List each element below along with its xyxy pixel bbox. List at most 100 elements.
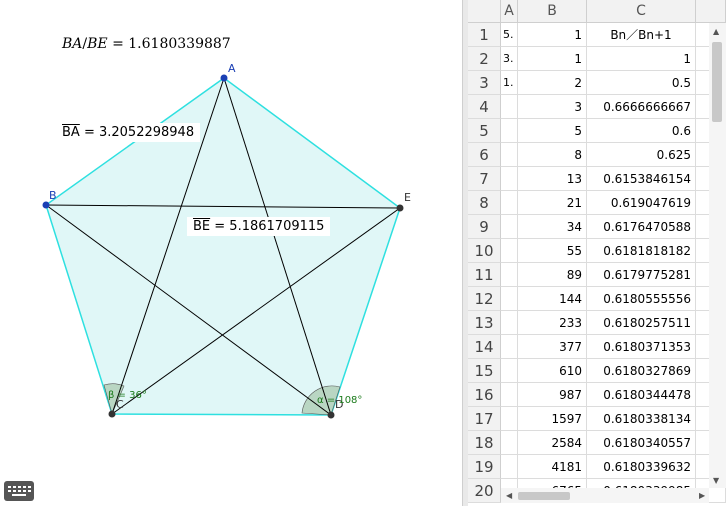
cell-c[interactable]: 0.6176470588 (587, 215, 696, 239)
row-header[interactable]: 10 (468, 239, 501, 263)
row-header[interactable]: 9 (468, 215, 501, 239)
row-header[interactable]: 3 (468, 71, 501, 95)
cell-b[interactable]: 89 (518, 263, 587, 287)
column-header-c[interactable]: C (587, 0, 696, 23)
ratio-label[interactable]: BA/BE = 1.6180339887 (62, 36, 231, 52)
cell-a[interactable] (501, 407, 518, 431)
cell-a[interactable] (501, 263, 518, 287)
cell-b[interactable]: 1597 (518, 407, 587, 431)
cell-b[interactable]: 377 (518, 335, 587, 359)
cell-b[interactable]: 2584 (518, 431, 587, 455)
scroll-right-icon[interactable]: ▶ (699, 491, 705, 500)
row-header[interactable]: 1 (468, 23, 501, 47)
row-header[interactable]: 8 (468, 191, 501, 215)
cell-a[interactable] (501, 119, 518, 143)
cell-b[interactable]: 233 (518, 311, 587, 335)
scroll-down-icon[interactable]: ▼ (713, 476, 719, 485)
row-header[interactable]: 20 (468, 479, 501, 503)
cell-c[interactable]: 0.625 (587, 143, 696, 167)
cell-a[interactable] (501, 215, 518, 239)
scroll-up-icon[interactable]: ▲ (713, 27, 719, 36)
cell-b[interactable]: 5 (518, 119, 587, 143)
graphics-view[interactable]: BA/BE = 1.6180339887 BA = 3.2052298948 B… (0, 0, 462, 506)
row-header[interactable]: 14 (468, 335, 501, 359)
row-header[interactable]: 17 (468, 407, 501, 431)
cell-b[interactable]: 3 (518, 95, 587, 119)
cell-c[interactable]: 0.5 (587, 71, 696, 95)
cell-a[interactable] (501, 239, 518, 263)
cell-c[interactable]: 0.6180327869 (587, 359, 696, 383)
cell-c[interactable]: 0.6181818182 (587, 239, 696, 263)
cell-b[interactable]: 610 (518, 359, 587, 383)
cell-a[interactable] (501, 311, 518, 335)
point-e[interactable] (396, 204, 404, 212)
cell-b[interactable]: 4181 (518, 455, 587, 479)
cell-a[interactable]: 1. (501, 71, 518, 95)
row-header[interactable]: 11 (468, 263, 501, 287)
horizontal-scroll-thumb[interactable] (518, 492, 570, 500)
row-header[interactable]: 6 (468, 143, 501, 167)
cell-a[interactable] (501, 95, 518, 119)
row-header[interactable]: 12 (468, 287, 501, 311)
cell-b[interactable]: 144 (518, 287, 587, 311)
cell-a[interactable] (501, 143, 518, 167)
row-header[interactable]: 19 (468, 455, 501, 479)
cell-a[interactable] (501, 335, 518, 359)
cell-a[interactable] (501, 167, 518, 191)
cell-c[interactable]: 0.619047619 (587, 191, 696, 215)
point-c[interactable] (108, 410, 116, 418)
row-header[interactable]: 2 (468, 47, 501, 71)
cell-a[interactable] (501, 383, 518, 407)
cell-b[interactable]: 55 (518, 239, 587, 263)
cell-b[interactable]: 13 (518, 167, 587, 191)
cell-b[interactable]: 8 (518, 143, 587, 167)
cell-a[interactable] (501, 191, 518, 215)
geometry-canvas[interactable] (0, 0, 462, 506)
cell-c[interactable]: 1 (587, 47, 696, 71)
cell-a[interactable] (501, 287, 518, 311)
row-header[interactable]: 4 (468, 95, 501, 119)
cell-a[interactable] (501, 455, 518, 479)
scroll-left-icon[interactable]: ◀ (506, 491, 512, 500)
row-header[interactable]: 13 (468, 311, 501, 335)
cell-c[interactable]: 0.6180344478 (587, 383, 696, 407)
cell-a[interactable] (501, 431, 518, 455)
keyboard-icon[interactable] (4, 481, 34, 501)
cell-c[interactable]: 0.6180371353 (587, 335, 696, 359)
vertical-scroll-thumb[interactable] (712, 42, 722, 122)
spreadsheet-view[interactable]: A B C 1 5. 1 Bn／Bn+1 2 3. 1 1 3 1. 2 0.5 4 3 0.6666666… (468, 0, 726, 506)
cell-c[interactable]: 0.6180340557 (587, 431, 696, 455)
ba-length-label[interactable]: BA = 3.2052298948 (56, 123, 201, 142)
cell-c[interactable]: Bn／Bn+1 (587, 23, 696, 47)
column-header-b[interactable]: B (518, 0, 587, 23)
cell-b[interactable]: 21 (518, 191, 587, 215)
cell-c[interactable]: 0.6180555556 (587, 287, 696, 311)
cell-c[interactable]: 0.6180339632 (587, 455, 696, 479)
row-header[interactable]: 5 (468, 119, 501, 143)
column-header-a[interactable]: A (501, 0, 518, 23)
point-d[interactable] (327, 411, 335, 419)
column-header-d[interactable] (696, 0, 726, 23)
row-header[interactable]: 15 (468, 359, 501, 383)
point-a[interactable] (220, 74, 228, 82)
cell-b[interactable]: 1 (518, 23, 587, 47)
cell-c[interactable]: 0.6180257511 (587, 311, 696, 335)
cell-c[interactable]: 0.6 (587, 119, 696, 143)
row-header[interactable]: 18 (468, 431, 501, 455)
cell-b[interactable]: 1 (518, 47, 587, 71)
cell-a[interactable]: 3. (501, 47, 518, 71)
cell-c[interactable]: 0.6179775281 (587, 263, 696, 287)
be-length-label[interactable]: BE = 5.1861709115 (187, 217, 331, 236)
point-b[interactable] (42, 201, 50, 209)
cell-c[interactable]: 0.6153846154 (587, 167, 696, 191)
cell-c[interactable]: 0.6180338134 (587, 407, 696, 431)
cell-a[interactable] (501, 359, 518, 383)
row-header[interactable]: 7 (468, 167, 501, 191)
cell-b[interactable]: 2 (518, 71, 587, 95)
cell-b[interactable]: 34 (518, 215, 587, 239)
corner-cell[interactable] (468, 0, 501, 23)
row-header[interactable]: 16 (468, 383, 501, 407)
cell-a[interactable]: 5. (501, 23, 518, 47)
cell-c[interactable]: 0.6666666667 (587, 95, 696, 119)
cell-b[interactable]: 987 (518, 383, 587, 407)
